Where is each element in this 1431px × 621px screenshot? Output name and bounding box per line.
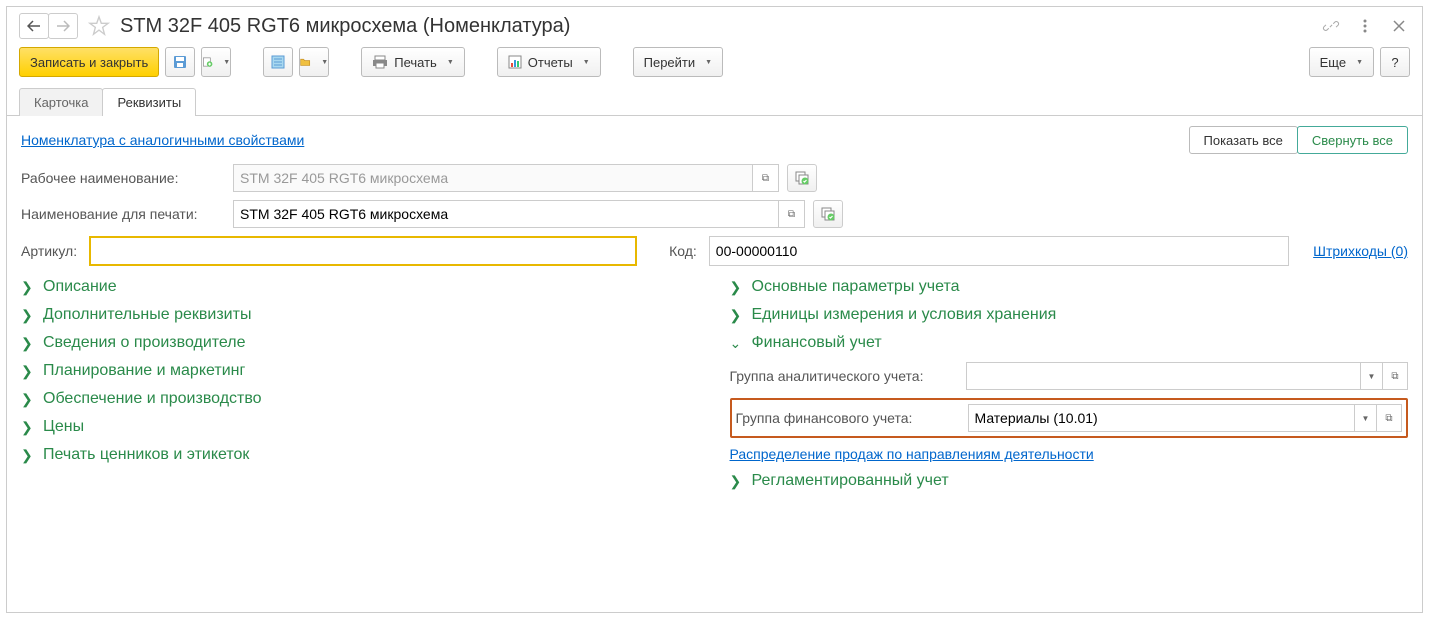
article-input[interactable] [89, 236, 637, 266]
reports-button[interactable]: Отчеты [497, 47, 601, 77]
analytic-group-input[interactable] [966, 362, 1361, 390]
work-name-label: Рабочее наименование: [21, 170, 233, 186]
chevron-right-icon: ❯ [730, 473, 744, 490]
show-all-button[interactable]: Показать все [1189, 126, 1298, 154]
article-label: Артикул: [21, 243, 77, 259]
forward-button[interactable] [48, 13, 78, 39]
print-name-label: Наименование для печати: [21, 206, 233, 222]
code-input[interactable] [709, 236, 1289, 266]
financial-open-button[interactable]: ⧉ [1376, 404, 1402, 432]
analytic-group-label: Группа аналитического учета: [730, 368, 966, 384]
chevron-right-icon: ❯ [21, 335, 35, 352]
link-icon[interactable] [1320, 15, 1342, 37]
sales-distribution-link[interactable]: Распределение продаж по направлениям дея… [730, 446, 1094, 462]
analytic-dropdown-button[interactable]: ▼ [1360, 362, 1382, 390]
save-button[interactable] [165, 47, 195, 77]
section-description[interactable]: ❯Описание [21, 278, 700, 296]
left-column: ❯Описание ❯Дополнительные реквизиты ❯Све… [21, 278, 700, 500]
financial-group-input[interactable] [968, 404, 1355, 432]
section-additional[interactable]: ❯Дополнительные реквизиты [21, 306, 700, 324]
section-financial[interactable]: ⌄Финансовый учет [730, 334, 1409, 352]
open-work-name-button[interactable]: ⧉ [753, 164, 779, 192]
back-button[interactable] [19, 13, 49, 39]
section-regulated[interactable]: ❯Регламентированный учет [730, 472, 1409, 490]
header: STM 32F 405 RGT6 микросхема (Номенклатур… [7, 7, 1422, 43]
page-title: STM 32F 405 RGT6 микросхема (Номенклатур… [120, 15, 570, 38]
chevron-right-icon: ❯ [21, 447, 35, 464]
more-button[interactable]: Еще [1309, 47, 1374, 77]
favorite-icon[interactable] [86, 13, 112, 39]
section-units[interactable]: ❯Единицы измерения и условия хранения [730, 306, 1409, 324]
similar-items-link[interactable]: Номенклатура с аналогичными свойствами [21, 132, 304, 148]
financial-group-label: Группа финансового учета: [736, 410, 968, 426]
chevron-right-icon: ❯ [730, 307, 744, 324]
section-planning[interactable]: ❯Планирование и маркетинг [21, 362, 700, 380]
close-icon[interactable] [1388, 15, 1410, 37]
chevron-right-icon: ❯ [21, 307, 35, 324]
financial-dropdown-button[interactable]: ▼ [1354, 404, 1376, 432]
chevron-right-icon: ❯ [730, 279, 744, 296]
section-prices[interactable]: ❯Цены [21, 418, 700, 436]
section-supply[interactable]: ❯Обеспечение и производство [21, 390, 700, 408]
chevron-down-icon: ⌄ [730, 335, 744, 352]
chevron-right-icon: ❯ [21, 391, 35, 408]
chevron-right-icon: ❯ [21, 419, 35, 436]
open-print-name-button[interactable]: ⧉ [779, 200, 805, 228]
help-button[interactable]: ? [1380, 47, 1410, 77]
collapse-all-button[interactable]: Свернуть все [1297, 126, 1408, 154]
chevron-right-icon: ❯ [21, 279, 35, 296]
toolbar: Записать и закрыть Печать Отчеты Перейти… [7, 43, 1422, 87]
save-close-button[interactable]: Записать и закрыть [19, 47, 159, 77]
tab-card[interactable]: Карточка [19, 88, 103, 116]
barcodes-link[interactable]: Штрихкоды (0) [1313, 243, 1408, 259]
copy-print-name-button[interactable] [813, 200, 843, 228]
analytic-open-button[interactable]: ⧉ [1382, 362, 1408, 390]
folder-action-button[interactable] [201, 47, 231, 77]
print-name-input[interactable] [233, 200, 779, 228]
chevron-right-icon: ❯ [21, 363, 35, 380]
tab-details[interactable]: Реквизиты [102, 88, 196, 116]
copy-work-name-button[interactable] [787, 164, 817, 192]
work-name-input[interactable] [233, 164, 753, 192]
list-button[interactable] [263, 47, 293, 77]
folder-button[interactable] [299, 47, 329, 77]
tabs: Карточка Реквизиты [7, 87, 1422, 116]
more-menu-icon[interactable] [1354, 15, 1376, 37]
code-label: Код: [669, 243, 697, 259]
section-print-labels[interactable]: ❯Печать ценников и этикеток [21, 446, 700, 464]
section-manufacturer[interactable]: ❯Сведения о производителе [21, 334, 700, 352]
section-main-params[interactable]: ❯Основные параметры учета [730, 278, 1409, 296]
print-button[interactable]: Печать [361, 47, 465, 77]
financial-group-row: Группа финансового учета: ▼ ⧉ [730, 398, 1409, 438]
goto-button[interactable]: Перейти [633, 47, 723, 77]
right-column: ❯Основные параметры учета ❯Единицы измер… [730, 278, 1409, 500]
